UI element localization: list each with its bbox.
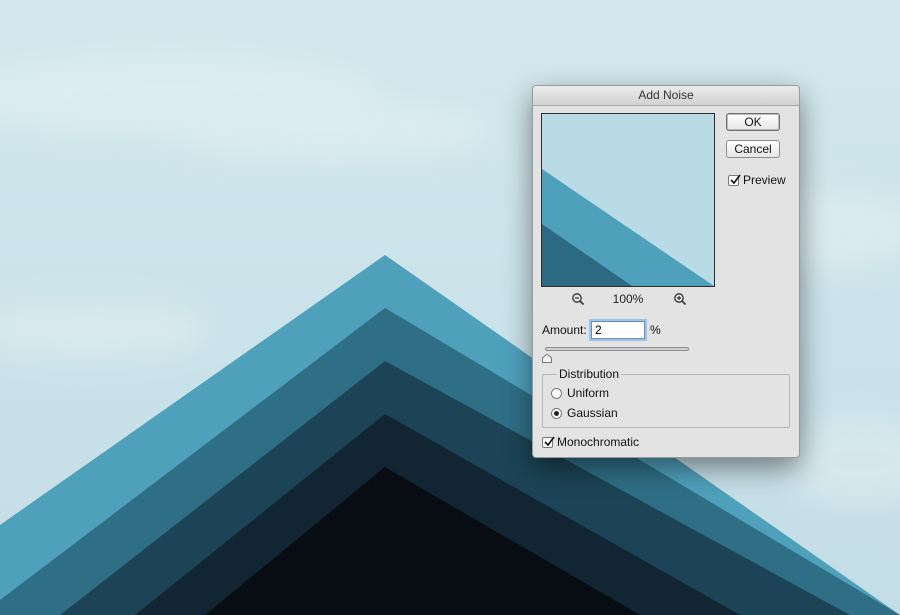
monochromatic-label: Monochromatic <box>557 435 640 449</box>
preview-image <box>542 114 714 286</box>
preview-label: Preview <box>743 173 786 187</box>
ok-button[interactable]: OK <box>726 113 780 131</box>
amount-input[interactable] <box>591 321 645 339</box>
monochromatic-checkbox-row[interactable]: Monochromatic <box>542 435 639 449</box>
preview-zoom-controls: 100% <box>541 292 715 308</box>
radio-label-gaussian: Gaussian <box>567 406 618 420</box>
add-noise-dialog: Add Noise 100% OK Cancel Preview Amount:… <box>532 85 800 458</box>
distribution-legend: Distribution <box>557 367 622 381</box>
distribution-group: Distribution Uniform Gaussian <box>542 367 790 428</box>
radio-button-gaussian[interactable] <box>551 407 562 419</box>
radio-button-uniform[interactable] <box>551 387 562 399</box>
preview-checkbox-row[interactable]: Preview <box>728 173 786 187</box>
preview-checkbox[interactable] <box>728 174 741 186</box>
cancel-button[interactable]: Cancel <box>726 140 780 158</box>
radio-gaussian[interactable]: Gaussian <box>551 406 618 420</box>
amount-slider-track[interactable] <box>545 347 689 351</box>
radio-uniform[interactable]: Uniform <box>551 386 609 400</box>
radio-label-uniform: Uniform <box>567 386 610 400</box>
zoom-level: 100% <box>612 292 644 306</box>
dialog-title[interactable]: Add Noise <box>533 86 799 106</box>
amount-slider-thumb[interactable] <box>542 350 552 363</box>
preview-pane[interactable] <box>541 113 715 287</box>
amount-label: Amount: <box>542 323 587 337</box>
amount-unit: % <box>650 323 661 337</box>
zoom-in-icon[interactable] <box>673 292 687 306</box>
monochromatic-checkbox[interactable] <box>542 436 555 448</box>
